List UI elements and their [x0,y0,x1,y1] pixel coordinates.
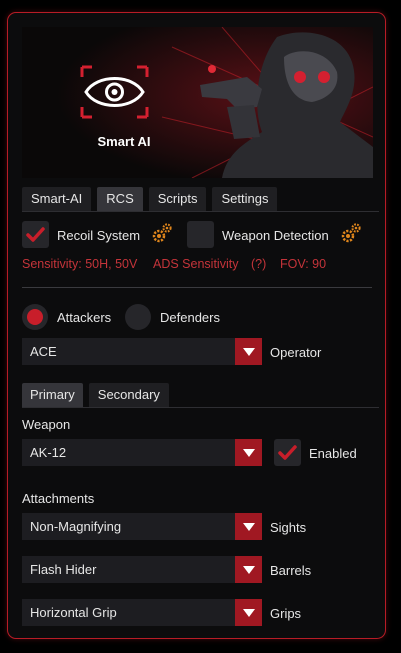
ads-sensitivity-link[interactable]: ADS Sensitivity [153,257,238,271]
loadout-tabs: Primary Secondary [22,383,169,407]
recoil-system-label: Recoil System [57,228,141,243]
sights-dropdown[interactable]: Non-Magnifying [22,513,262,540]
grips-label: Grips [270,606,302,621]
tab-settings[interactable]: Settings [212,187,278,211]
attachments-section-label: Attachments [22,491,95,506]
main-tabs: Smart-AI RCS Scripts Settings [22,187,278,211]
weapon-detection-gear-icon[interactable] [340,222,362,244]
tab-secondary[interactable]: Secondary [88,383,169,407]
chevron-down-icon [235,599,262,626]
defenders-label: Defenders [160,310,220,325]
weapon-section-label: Weapon [22,417,71,432]
chevron-down-icon [235,338,262,365]
operator-value: ACE [30,344,57,359]
weapon-detection-label: Weapon Detection [222,228,329,243]
barrels-label: Barrels [270,563,312,578]
attackers-label: Attackers [57,310,112,325]
grips-value: Horizontal Grip [30,605,117,620]
weapon-enabled-checkbox[interactable] [274,439,301,466]
tabs-underline [22,211,379,212]
recoil-system-checkbox[interactable] [22,221,49,248]
recoil-settings-gear-icon[interactable] [151,222,173,244]
tab-scripts[interactable]: Scripts [148,187,207,211]
fov-value[interactable]: FOV: 90 [280,257,326,271]
radio-selected-dot [27,309,43,325]
chevron-down-icon [235,556,262,583]
barrels-dropdown[interactable]: Flash Hider [22,556,262,583]
sensitivity-value[interactable]: Sensitivity: 50H, 50V [22,257,137,271]
weapon-dropdown[interactable]: AK-12 [22,439,262,466]
tab-smart-ai[interactable]: Smart-AI [22,187,92,211]
barrels-value: Flash Hider [30,562,97,577]
sights-value: Non-Magnifying [30,519,122,534]
tab-rcs[interactable]: RCS [97,187,143,211]
help-link[interactable]: (?) [251,257,266,271]
checkmark-icon [278,445,297,460]
chevron-down-icon [235,439,262,466]
operator-dropdown[interactable]: ACE [22,338,262,365]
banner-art [22,27,373,178]
logo-text: Smart AI [97,134,151,149]
grips-dropdown[interactable]: Horizontal Grip [22,599,262,626]
tab-primary[interactable]: Primary [22,383,83,407]
checkmark-icon [26,227,45,242]
attackers-radio[interactable] [22,304,48,330]
weapon-enabled-label: Enabled [309,446,357,461]
loadout-tabs-underline [22,407,379,408]
sights-label: Sights [270,520,307,535]
divider [22,287,372,288]
defenders-radio[interactable] [125,304,151,330]
weapon-detection-checkbox[interactable] [187,221,214,248]
weapon-value: AK-12 [30,445,67,460]
operator-label: Operator [270,345,322,360]
banner: Smart AI [22,27,373,178]
chevron-down-icon [235,513,262,540]
